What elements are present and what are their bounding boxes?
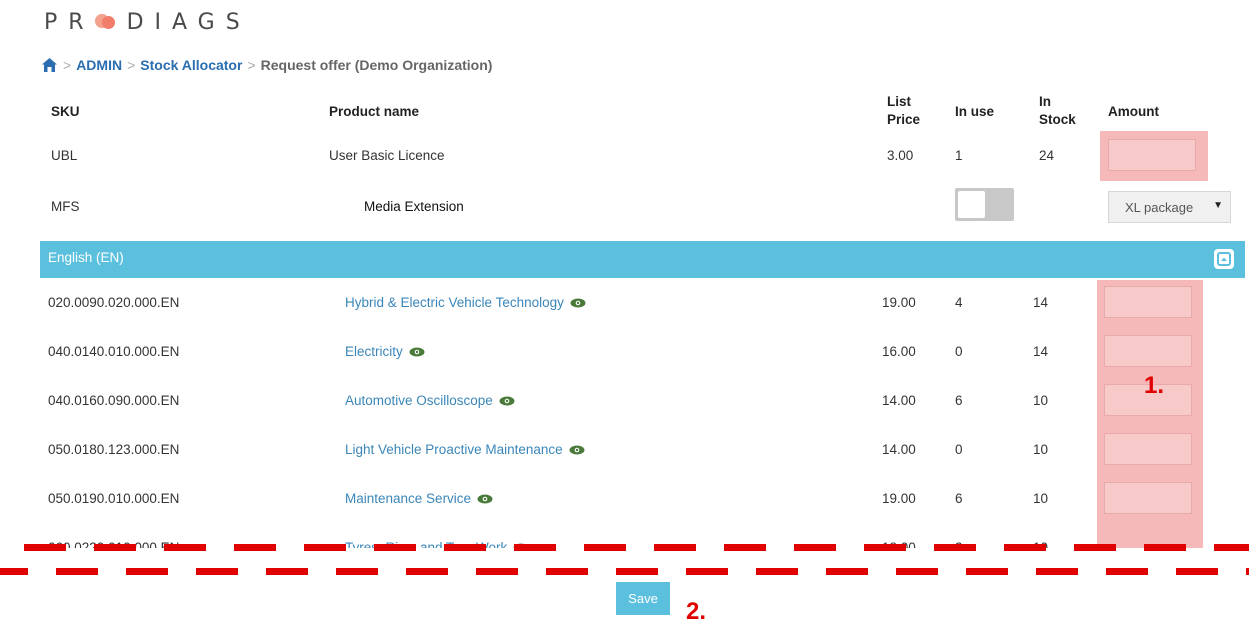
row-product-link[interactable]: Maintenance Service	[345, 490, 493, 508]
row-product-label: Automotive Oscilloscope	[345, 393, 493, 408]
home-icon[interactable]	[42, 57, 58, 73]
eye-icon[interactable]	[409, 347, 425, 357]
row-in-stock: 10	[1033, 442, 1049, 457]
annotation-marker-2: 2.	[686, 598, 707, 622]
breadcrumb-separator: >	[63, 57, 72, 73]
breadcrumb: > ADMIN > Stock Allocator > Request offe…	[42, 55, 492, 75]
row-amount-input[interactable]	[1104, 433, 1192, 465]
row-sku: 040.0160.090.000.EN	[48, 393, 180, 408]
row-product-label: Electricity	[345, 344, 403, 359]
breadcrumb-current: Request offer (Demo Organization)	[260, 57, 493, 73]
row-price: 19.00	[882, 491, 916, 506]
row-in-use: 6	[955, 393, 963, 408]
row-sku: 040.0140.010.000.EN	[48, 344, 180, 359]
language-group-label: English (EN)	[48, 250, 124, 265]
row-price: 19.00	[882, 295, 916, 310]
package-select-value: XL package	[1125, 199, 1194, 215]
row-in-stock: 14	[1033, 344, 1049, 359]
row-in-use: 0	[955, 442, 963, 457]
mfs-product: Media Extension	[364, 199, 464, 214]
dropdown-arrow-icon: ▼	[1213, 200, 1223, 211]
header-in-stock-line1: In	[1039, 94, 1051, 109]
eye-icon[interactable]	[477, 494, 493, 504]
tear-dashed-line-bottom	[0, 568, 1249, 575]
media-extension-toggle[interactable]	[955, 188, 1014, 221]
header-list-price-line1: List	[887, 94, 912, 109]
header-list-price-line2: Price	[887, 112, 921, 127]
row-in-use: 6	[955, 491, 963, 506]
ubl-amount-input[interactable]	[1108, 139, 1196, 171]
logo-blob-icon	[94, 12, 117, 32]
annotation-marker-1: 1.	[1144, 372, 1165, 399]
row-price: 16.00	[882, 344, 916, 359]
package-select[interactable]: XL package ▼	[1108, 191, 1231, 223]
row-in-stock: 14	[1033, 295, 1049, 310]
header-in-stock: In Stock	[1039, 93, 1076, 129]
row-amount-input[interactable]	[1104, 286, 1192, 318]
ubl-sku: UBL	[51, 148, 78, 163]
breadcrumb-separator: >	[127, 57, 136, 73]
row-product-link[interactable]: Automotive Oscilloscope	[345, 392, 515, 410]
logo-text-left: PR	[44, 9, 95, 35]
row-sku: 020.0090.020.000.EN	[48, 295, 180, 310]
header-product-name: Product name	[329, 104, 420, 119]
toggle-knob	[958, 191, 985, 218]
breadcrumb-stock-allocator[interactable]: Stock Allocator	[140, 57, 242, 73]
ubl-price: 3.00	[887, 148, 914, 163]
row-amount-input[interactable]	[1104, 482, 1192, 514]
row-product-label: Light Vehicle Proactive Maintenance	[345, 442, 563, 457]
header-sku: SKU	[51, 104, 80, 119]
language-group-bar[interactable]: English (EN)	[40, 241, 1245, 278]
row-product-label: Maintenance Service	[345, 491, 472, 506]
save-button[interactable]: Save	[616, 582, 670, 615]
row-product-link[interactable]: Hybrid & Electric Vehicle Technology	[345, 294, 586, 312]
row-product-link[interactable]: Light Vehicle Proactive Maintenance	[345, 441, 585, 459]
header-amount: Amount	[1108, 104, 1159, 119]
row-sku: 050.0190.010.000.EN	[48, 491, 180, 506]
row-in-stock: 10	[1033, 393, 1049, 408]
breadcrumb-admin[interactable]: ADMIN	[76, 57, 122, 73]
header-in-use: In use	[955, 104, 995, 119]
row-price: 14.00	[882, 393, 916, 408]
eye-icon[interactable]	[499, 396, 515, 406]
row-in-use: 0	[955, 344, 963, 359]
row-sku: 050.0180.123.000.EN	[48, 442, 180, 457]
row-in-stock: 10	[1033, 491, 1049, 506]
row-product-label: Hybrid & Electric Vehicle Technology	[345, 295, 564, 310]
mfs-sku: MFS	[51, 199, 80, 214]
ubl-product: User Basic Licence	[329, 148, 445, 163]
eye-icon[interactable]	[570, 298, 586, 308]
ubl-in-stock: 24	[1039, 148, 1055, 163]
row-product-link[interactable]: Electricity	[345, 343, 425, 361]
row-price: 14.00	[882, 442, 916, 457]
row-in-use: 4	[955, 295, 963, 310]
prodiags-logo: PR DIAGS	[44, 8, 251, 36]
header-in-stock-line2: Stock	[1039, 112, 1076, 127]
logo-text-right: DIAGS	[126, 9, 251, 35]
ubl-in-use: 1	[955, 148, 963, 163]
cutoff-mask	[0, 548, 1249, 584]
tear-dashed-line-top	[0, 544, 1249, 551]
header-list-price: List Price	[887, 93, 920, 129]
row-amount-input[interactable]	[1104, 335, 1192, 367]
breadcrumb-separator: >	[247, 57, 256, 73]
eye-icon[interactable]	[569, 445, 585, 455]
collapse-up-icon[interactable]	[1214, 249, 1234, 269]
